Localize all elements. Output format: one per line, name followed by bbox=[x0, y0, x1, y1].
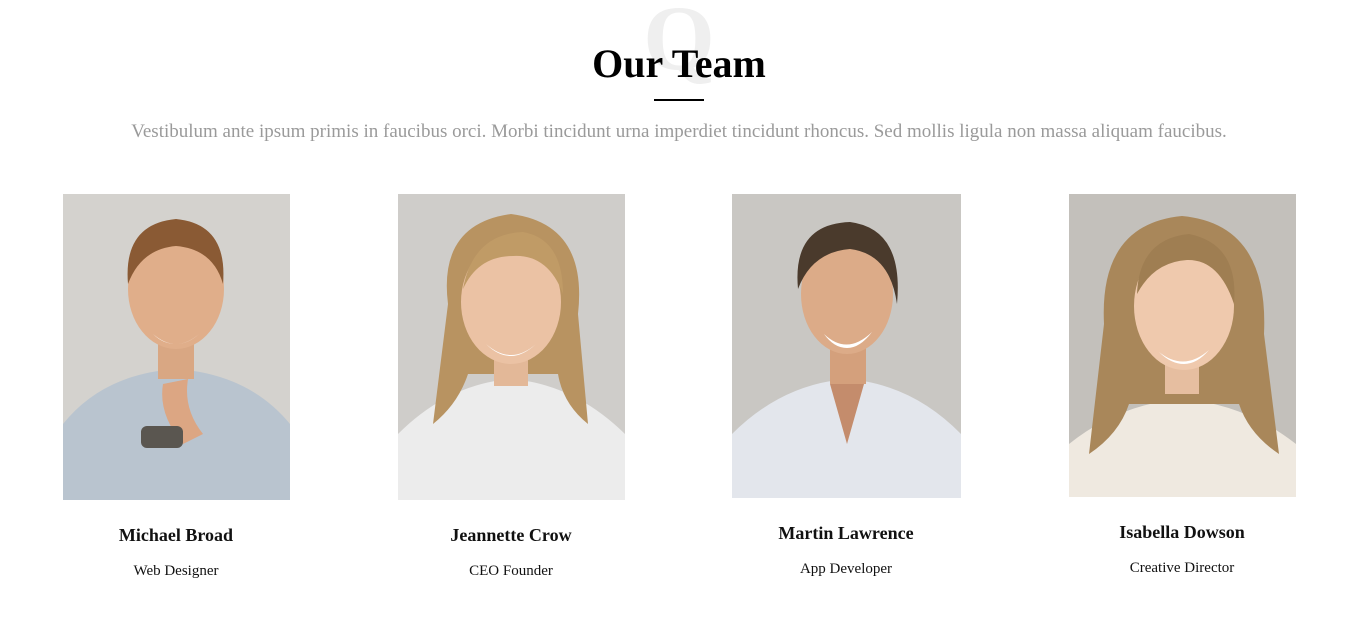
team-section-header: Q Our Team Vestibulum ante ipsum primis … bbox=[0, 0, 1358, 160]
member-name: Isabella Dowson bbox=[1119, 522, 1245, 542]
title-divider bbox=[654, 99, 704, 101]
member-name: Michael Broad bbox=[118, 525, 234, 545]
member-photo bbox=[1068, 194, 1296, 497]
member-photo bbox=[62, 194, 290, 500]
section-title: Our Team bbox=[592, 41, 766, 86]
member-name: Martin Lawrence bbox=[778, 523, 914, 543]
member-role: Creative Director bbox=[1129, 560, 1235, 576]
member-role: App Developer bbox=[799, 561, 893, 577]
team-member-card: Isabella Dowson Creative Director bbox=[1067, 194, 1297, 577]
member-name: Jeannette Crow bbox=[450, 525, 572, 545]
member-photo bbox=[731, 194, 961, 498]
team-member-card: Jeannette Crow CEO Founder bbox=[396, 194, 626, 580]
section-subtitle: Vestibulum ante ipsum primis in faucibus… bbox=[131, 121, 1227, 142]
team-member-card: Martin Lawrence App Developer bbox=[731, 194, 961, 578]
member-role: Web Designer bbox=[133, 563, 219, 579]
member-photo bbox=[397, 194, 625, 500]
team-member-card: Michael Broad Web Designer bbox=[61, 194, 291, 580]
member-role: CEO Founder bbox=[469, 563, 553, 579]
